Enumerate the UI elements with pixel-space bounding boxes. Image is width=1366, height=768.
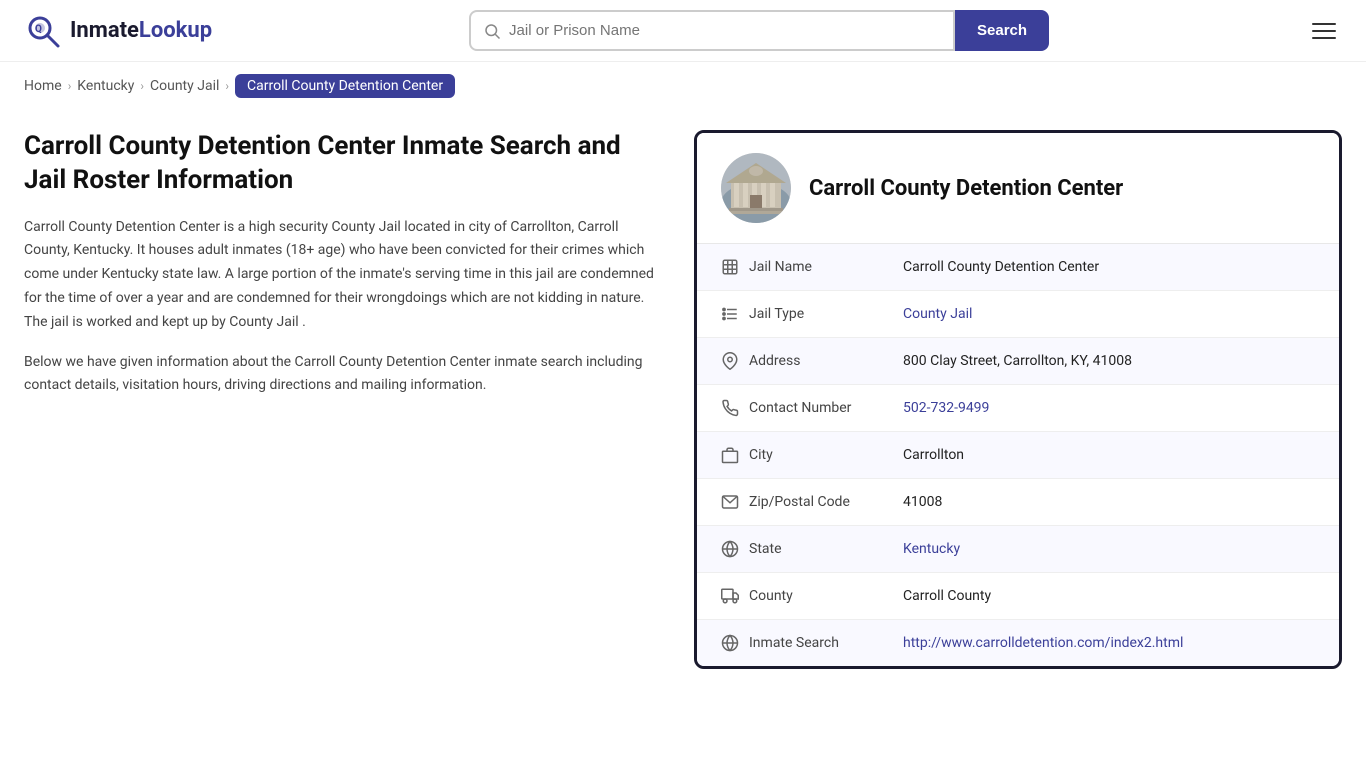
row-label: Jail Name bbox=[743, 259, 903, 275]
info-row: StateKentucky bbox=[697, 526, 1339, 573]
row-value[interactable]: http://www.carrolldetention.com/index2.h… bbox=[903, 635, 1319, 651]
row-value[interactable]: Kentucky bbox=[903, 541, 1319, 557]
info-row: Contact Number502-732-9499 bbox=[697, 385, 1339, 432]
phone-icon bbox=[717, 399, 743, 417]
row-value: Carroll County Detention Center bbox=[903, 259, 1319, 275]
row-value: 800 Clay Street, Carrollton, KY, 41008 bbox=[903, 353, 1319, 369]
logo-icon: Q bbox=[24, 12, 62, 50]
row-value[interactable]: County Jail bbox=[903, 306, 1319, 322]
pin-icon bbox=[717, 352, 743, 370]
info-row: Inmate Searchhttp://www.carrolldetention… bbox=[697, 620, 1339, 666]
row-link[interactable]: http://www.carrolldetention.com/index2.h… bbox=[903, 635, 1183, 651]
info-row: CountyCarroll County bbox=[697, 573, 1339, 620]
info-row: Address800 Clay Street, Carrollton, KY, … bbox=[697, 338, 1339, 385]
row-value[interactable]: 502-732-9499 bbox=[903, 400, 1319, 416]
breadcrumb-home[interactable]: Home bbox=[24, 78, 62, 94]
search-button[interactable]: Search bbox=[955, 10, 1049, 51]
row-value: Carroll County bbox=[903, 588, 1319, 604]
row-label: Contact Number bbox=[743, 400, 903, 416]
search-icon bbox=[483, 22, 501, 40]
hamburger-menu[interactable] bbox=[1306, 17, 1342, 45]
facility-image bbox=[721, 153, 791, 223]
jail-icon bbox=[717, 258, 743, 276]
globe-icon bbox=[717, 540, 743, 558]
breadcrumb-type[interactable]: County Jail bbox=[150, 78, 219, 94]
row-label: Zip/Postal Code bbox=[743, 494, 903, 510]
row-label: State bbox=[743, 541, 903, 557]
facility-avatar bbox=[721, 153, 791, 223]
card-header: Carroll County Detention Center bbox=[697, 133, 1339, 244]
logo-text: InmateLookup bbox=[70, 18, 212, 43]
row-link[interactable]: 502-732-9499 bbox=[903, 400, 989, 416]
svg-text:Q: Q bbox=[35, 24, 42, 35]
chevron-icon: › bbox=[140, 79, 144, 93]
hamburger-line bbox=[1312, 30, 1336, 32]
county-icon bbox=[717, 587, 743, 605]
row-label: City bbox=[743, 447, 903, 463]
row-value: Carrollton bbox=[903, 447, 1319, 463]
row-label: Jail Type bbox=[743, 306, 903, 322]
info-row: CityCarrollton bbox=[697, 432, 1339, 479]
info-row: Zip/Postal Code41008 bbox=[697, 479, 1339, 526]
card-facility-title: Carroll County Detention Center bbox=[809, 176, 1123, 201]
logo[interactable]: Q InmateLookup bbox=[24, 12, 212, 50]
info-table: Jail NameCarroll County Detention Center… bbox=[697, 244, 1339, 666]
chevron-icon: › bbox=[225, 79, 229, 93]
list-icon bbox=[717, 305, 743, 323]
breadcrumb-state[interactable]: Kentucky bbox=[77, 78, 134, 94]
hamburger-line bbox=[1312, 37, 1336, 39]
mail-icon bbox=[717, 493, 743, 511]
city-icon bbox=[717, 446, 743, 464]
search-input[interactable] bbox=[509, 12, 941, 49]
row-label: Address bbox=[743, 353, 903, 369]
search-area: Search bbox=[469, 10, 1049, 51]
row-value: 41008 bbox=[903, 494, 1319, 510]
row-label: Inmate Search bbox=[743, 635, 903, 651]
chevron-icon: › bbox=[68, 79, 72, 93]
row-link[interactable]: Kentucky bbox=[903, 541, 960, 557]
info-row: Jail TypeCounty Jail bbox=[697, 291, 1339, 338]
search-globe-icon bbox=[717, 634, 743, 652]
hamburger-line bbox=[1312, 23, 1336, 25]
left-column: Carroll County Detention Center Inmate S… bbox=[24, 130, 664, 669]
search-wrapper bbox=[469, 10, 955, 51]
page-title: Carroll County Detention Center Inmate S… bbox=[24, 130, 664, 198]
info-row: Jail NameCarroll County Detention Center bbox=[697, 244, 1339, 291]
info-card: Carroll County Detention Center Jail Nam… bbox=[694, 130, 1342, 669]
breadcrumb-current: Carroll County Detention Center bbox=[235, 74, 455, 98]
site-header: Q InmateLookup Search bbox=[0, 0, 1366, 62]
breadcrumb: Home › Kentucky › County Jail › Carroll … bbox=[0, 62, 1366, 110]
description-1: Carroll County Detention Center is a hig… bbox=[24, 216, 664, 335]
row-label: County bbox=[743, 588, 903, 604]
main-content: Carroll County Detention Center Inmate S… bbox=[0, 110, 1366, 689]
right-column: Carroll County Detention Center Jail Nam… bbox=[694, 130, 1342, 669]
description-2: Below we have given information about th… bbox=[24, 351, 664, 399]
row-link[interactable]: County Jail bbox=[903, 306, 972, 322]
